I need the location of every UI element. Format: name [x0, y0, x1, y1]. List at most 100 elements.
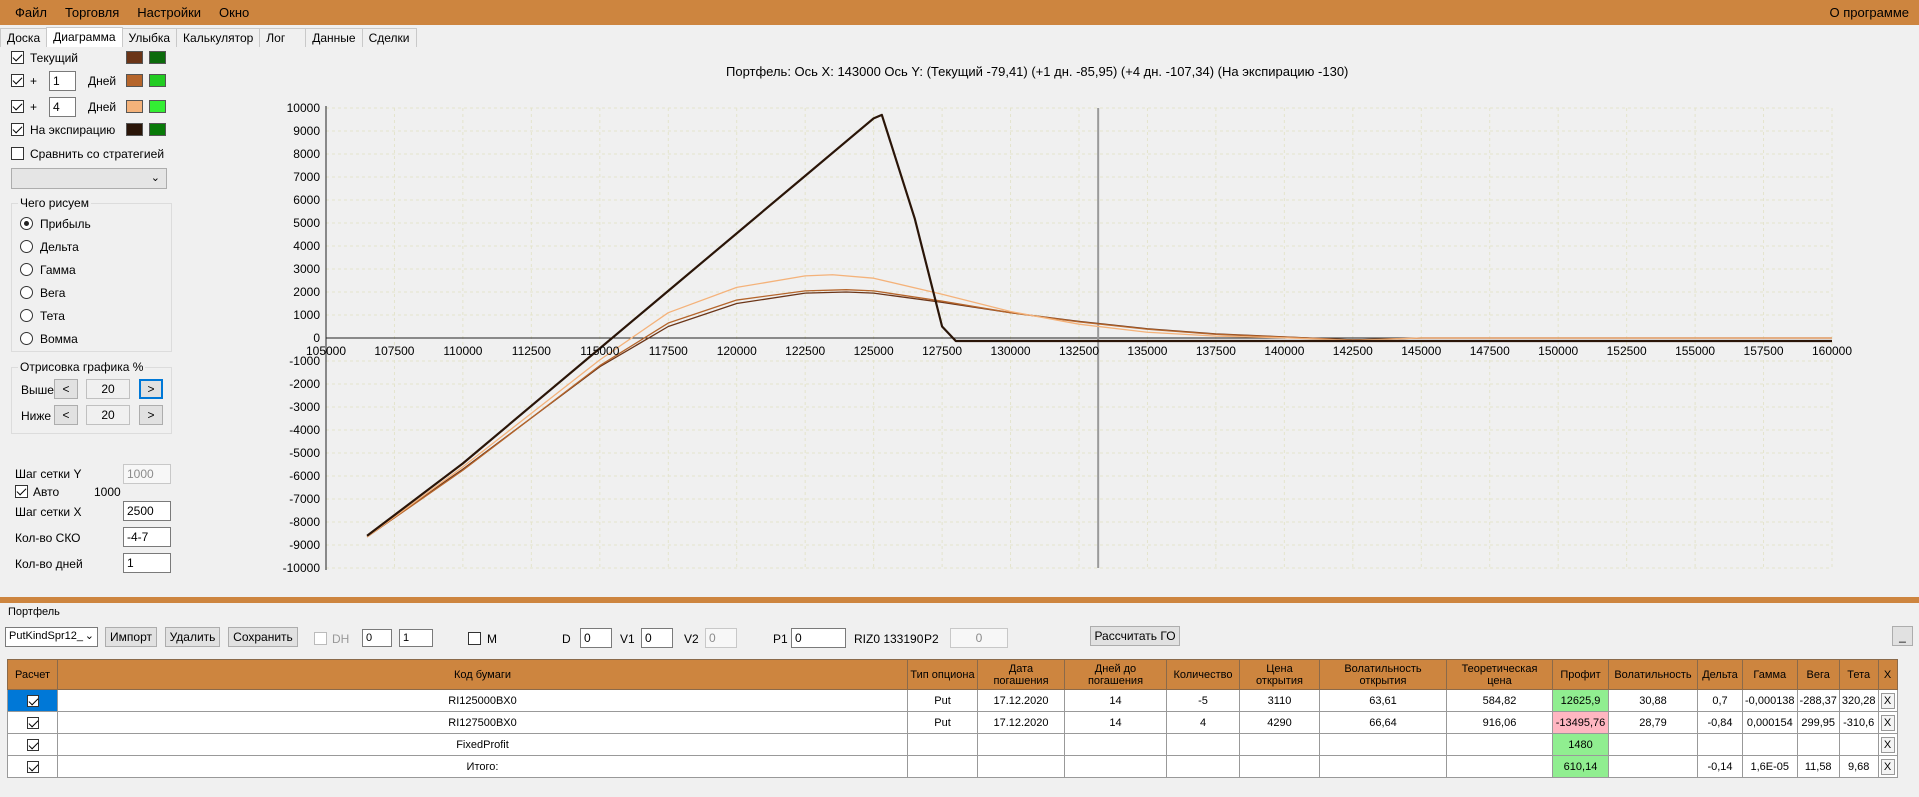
- cell-days[interactable]: [1064, 733, 1167, 756]
- p1-input[interactable]: 0: [791, 628, 846, 648]
- cell-vol-open[interactable]: 63,61: [1319, 689, 1447, 712]
- row-calc-checkbox[interactable]: [26, 716, 39, 729]
- dh-spinner-1[interactable]: 0: [362, 629, 392, 647]
- col-x[interactable]: X: [1877, 659, 1898, 690]
- cell-vol-open[interactable]: [1319, 733, 1447, 756]
- profit-chart[interactable]: -10000 -9000 -8000 -7000 -6000 -5000 -4000 -300…: [0, 0, 1919, 597]
- cell-theo[interactable]: 916,06: [1446, 711, 1553, 734]
- cell-theta[interactable]: 9,68: [1838, 755, 1879, 778]
- cell-price[interactable]: [1239, 755, 1320, 778]
- col-theta[interactable]: Тета: [1838, 659, 1879, 690]
- row-calc-cell[interactable]: [7, 689, 58, 712]
- row-calc-checkbox[interactable]: [26, 694, 39, 707]
- row-calc-cell[interactable]: [7, 711, 58, 734]
- row-delete-button[interactable]: X: [1880, 692, 1895, 709]
- cell-vega[interactable]: 299,95: [1796, 711, 1840, 734]
- panel-splitter[interactable]: [0, 597, 1919, 603]
- cell-code[interactable]: FixedProfit: [57, 733, 908, 756]
- cell-delta[interactable]: -0,84: [1697, 711, 1743, 734]
- delete-button[interactable]: Удалить: [165, 627, 220, 647]
- col-date[interactable]: Дата погашения: [977, 659, 1065, 690]
- cell-price[interactable]: [1239, 733, 1320, 756]
- cell-profit[interactable]: 1480: [1552, 733, 1609, 756]
- cell-profit[interactable]: -13495,76: [1552, 711, 1609, 734]
- row-delete-cell[interactable]: X: [1877, 733, 1898, 756]
- row-delete-button[interactable]: X: [1880, 736, 1895, 753]
- cell-vol-open[interactable]: [1319, 755, 1447, 778]
- table-row[interactable]: RI127500BX0 Put 17.12.2020 14 4 4290 66,64 916,…: [7, 711, 1898, 734]
- col-price[interactable]: Цена открытия: [1239, 659, 1320, 690]
- cell-qty[interactable]: 4: [1166, 711, 1240, 734]
- table-row[interactable]: RI125000BX0 Put 17.12.2020 14 -5 3110 63,61 584…: [7, 689, 1898, 712]
- cell-code[interactable]: RI125000BX0: [57, 689, 908, 712]
- cell-qty[interactable]: [1166, 733, 1240, 756]
- calc-go-button[interactable]: Рассчитать ГО: [1090, 626, 1180, 646]
- row-calc-cell[interactable]: [7, 733, 58, 756]
- cell-code[interactable]: RI127500BX0: [57, 711, 908, 734]
- cell-type[interactable]: [907, 755, 978, 778]
- cell-type[interactable]: [907, 733, 978, 756]
- cell-type[interactable]: Put: [907, 711, 978, 734]
- cell-delta[interactable]: -0,14: [1697, 755, 1743, 778]
- col-profit[interactable]: Профит: [1552, 659, 1609, 690]
- col-days[interactable]: Дней до погашения: [1064, 659, 1167, 690]
- cell-gamma[interactable]: [1742, 733, 1798, 756]
- v2-input[interactable]: 0: [705, 628, 737, 648]
- col-vol[interactable]: Волатильность: [1608, 659, 1698, 690]
- col-calc[interactable]: Расчет: [7, 659, 58, 690]
- cell-gamma[interactable]: 1,6E-05: [1742, 755, 1798, 778]
- cell-gamma[interactable]: -0,000138: [1742, 689, 1798, 712]
- cell-type[interactable]: Put: [907, 689, 978, 712]
- dh-checkbox[interactable]: [314, 632, 327, 645]
- cell-profit[interactable]: 12625,9: [1552, 689, 1609, 712]
- m-checkbox[interactable]: [468, 632, 481, 645]
- cell-profit[interactable]: 610,14: [1552, 755, 1609, 778]
- cell-gamma[interactable]: 0,000154: [1742, 711, 1798, 734]
- cell-theta[interactable]: -310,6: [1838, 711, 1879, 734]
- row-delete-button[interactable]: X: [1880, 714, 1895, 731]
- dh-spinner-2[interactable]: 1: [399, 629, 433, 647]
- cell-qty[interactable]: -5: [1166, 689, 1240, 712]
- cell-theo[interactable]: 584,82: [1446, 689, 1553, 712]
- cell-days[interactable]: 14: [1064, 689, 1167, 712]
- row-calc-checkbox[interactable]: [26, 738, 39, 751]
- row-calc-checkbox[interactable]: [26, 760, 39, 773]
- cell-vol[interactable]: 28,79: [1608, 711, 1698, 734]
- cell-delta[interactable]: 0,7: [1697, 689, 1743, 712]
- row-delete-cell[interactable]: X: [1877, 755, 1898, 778]
- col-delta[interactable]: Дельта: [1697, 659, 1743, 690]
- cell-days[interactable]: [1064, 755, 1167, 778]
- cell-vega[interactable]: -288,37: [1796, 689, 1840, 712]
- minimize-button[interactable]: _: [1892, 626, 1913, 646]
- col-vol-open[interactable]: Волатильность открытия: [1319, 659, 1447, 690]
- d-input[interactable]: 0: [580, 628, 612, 648]
- cell-vol[interactable]: [1608, 755, 1698, 778]
- cell-date[interactable]: 17.12.2020: [977, 689, 1065, 712]
- p2-input[interactable]: 0: [950, 628, 1008, 648]
- cell-price[interactable]: 4290: [1239, 711, 1320, 734]
- row-delete-cell[interactable]: X: [1877, 711, 1898, 734]
- col-vega[interactable]: Вега: [1796, 659, 1840, 690]
- portfolio-select[interactable]: PutKindSpr12_ ⌄: [5, 627, 98, 647]
- row-calc-cell[interactable]: [7, 755, 58, 778]
- row-delete-button[interactable]: X: [1880, 758, 1895, 775]
- col-qty[interactable]: Количество: [1166, 659, 1240, 690]
- row-delete-cell[interactable]: X: [1877, 689, 1898, 712]
- cell-theta[interactable]: [1838, 733, 1879, 756]
- cell-vol[interactable]: 30,88: [1608, 689, 1698, 712]
- save-button[interactable]: Сохранить: [228, 627, 298, 647]
- cell-date[interactable]: [977, 733, 1065, 756]
- cell-date[interactable]: 17.12.2020: [977, 711, 1065, 734]
- cell-theta[interactable]: 320,28: [1838, 689, 1879, 712]
- cell-vol[interactable]: [1608, 733, 1698, 756]
- table-row[interactable]: FixedProfit 1480 X: [7, 733, 1898, 756]
- cell-theo[interactable]: [1446, 733, 1553, 756]
- v1-input[interactable]: 0: [641, 628, 673, 648]
- cell-date[interactable]: [977, 755, 1065, 778]
- cell-code[interactable]: Итого:: [57, 755, 908, 778]
- cell-days[interactable]: 14: [1064, 711, 1167, 734]
- col-code[interactable]: Код бумаги: [57, 659, 908, 690]
- cell-vega[interactable]: 11,58: [1796, 755, 1840, 778]
- cell-vega[interactable]: [1796, 733, 1840, 756]
- cell-theo[interactable]: [1446, 755, 1553, 778]
